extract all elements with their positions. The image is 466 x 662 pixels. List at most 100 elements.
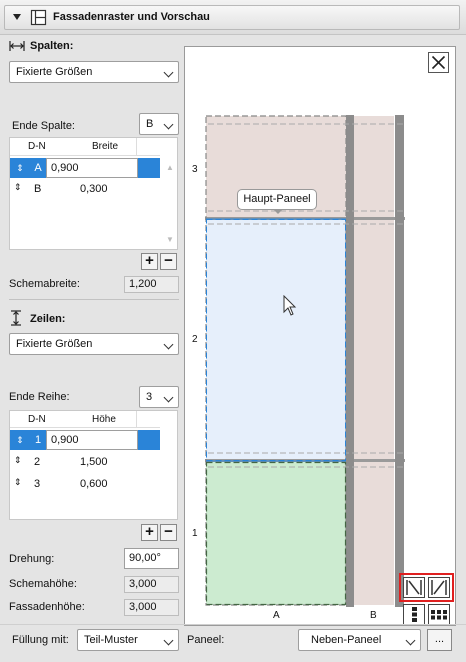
more-button-label: ... (434, 633, 445, 645)
table-row[interactable]: ⇕ 1 0,900 (10, 430, 160, 450)
collapse-triangle-icon[interactable] (13, 14, 21, 20)
end-column-label: Ende Spalte: (12, 120, 75, 132)
row-id-header: D-N (28, 414, 46, 425)
table-row[interactable]: ⇕ 3 0,600 (10, 475, 160, 493)
close-preview-button[interactable] (428, 52, 449, 73)
grid-view-button[interactable] (428, 604, 450, 625)
row-drag-handle-icon[interactable]: ⇕ (10, 430, 30, 450)
bottom-divider (0, 624, 466, 625)
row-drag-handle-icon[interactable]: ⇕ (14, 477, 22, 488)
panel-label: Paneel: (187, 634, 225, 646)
columns-table-scrollbar[interactable]: ▲ ▼ (163, 158, 177, 248)
grid-layout-icon (431, 610, 447, 620)
row-id: B (34, 183, 42, 195)
rows-table-header: D-N Höhe (10, 411, 160, 428)
row-drag-handle-icon[interactable]: ⇕ (14, 182, 22, 193)
panel-row2-col-b[interactable] (354, 219, 394, 461)
scheme-height-field: 3,000 (124, 576, 179, 593)
row-id: 3 (34, 478, 41, 490)
panel-row3-col-b[interactable] (354, 116, 394, 219)
column-width-icon (9, 40, 25, 55)
close-icon (431, 55, 446, 70)
rotation-input[interactable]: 90,00° (124, 548, 179, 569)
grid-vertical-icon (412, 607, 417, 622)
columns-mode-dropdown[interactable]: Fixierte Größen (9, 61, 179, 83)
end-row-value: 3 (146, 391, 153, 403)
panel-title: Fassadenraster und Vorschau (53, 11, 210, 23)
section-divider (9, 299, 179, 300)
diagonal-right-icon (431, 580, 447, 595)
panel-value: Neben-Paneel (311, 634, 382, 646)
table-row[interactable]: ⇕ 2 1,500 (10, 453, 160, 471)
remove-column-button[interactable]: − (160, 253, 177, 270)
mirror-right-button[interactable] (428, 577, 450, 598)
rows-mode-value: Fixierte Größen (16, 338, 93, 350)
scheme-width-field: 1,200 (124, 276, 179, 293)
end-row-label: Ende Reihe: (9, 391, 70, 403)
mullion (395, 115, 404, 607)
rows-section-label: Zeilen: (30, 313, 66, 325)
fill-dropdown[interactable]: Teil-Muster (77, 629, 179, 651)
preview-frame: 3 2 1 Haupt-Paneel A B (184, 46, 456, 626)
row-drag-handle-icon[interactable]: ⇕ (10, 158, 30, 178)
panel-header: Fassadenraster und Vorschau (0, 0, 466, 35)
mullion (346, 115, 354, 607)
end-column-dropdown[interactable]: B (139, 113, 179, 135)
columns-mode-value: Fixierte Größen (16, 66, 93, 78)
table-row[interactable]: ⇕ A 0,900 (10, 158, 160, 178)
panel-header-bar[interactable]: Fassadenraster und Vorschau (4, 5, 460, 30)
width-input[interactable]: 0,900 (46, 158, 138, 178)
remove-row-button[interactable]: − (160, 524, 177, 541)
panel-more-button[interactable]: ... (427, 629, 452, 651)
row-id: A (30, 158, 46, 178)
rows-mode-dropdown[interactable]: Fixierte Größen (9, 333, 179, 355)
rotation-label: Drehung: (9, 553, 55, 565)
chevron-down-icon (163, 119, 174, 130)
diagonal-left-icon (406, 580, 422, 595)
height-value: 0,600 (80, 478, 108, 490)
row-drag-handle-icon[interactable]: ⇕ (14, 455, 22, 466)
col-width-header: Breite (92, 141, 119, 152)
scheme-width-label: Schemabreite: (9, 278, 80, 290)
panel-dropdown[interactable]: Neben-Paneel (298, 629, 421, 651)
row-height-header: Höhe (92, 414, 116, 425)
chevron-down-icon (163, 67, 174, 78)
chevron-down-icon (163, 339, 174, 350)
tooltip-pointer (273, 209, 283, 214)
col-label-a: A (273, 610, 280, 621)
columns-table-header: D-N Breite (10, 138, 160, 156)
end-column-value: B (146, 118, 154, 130)
chevron-down-icon (405, 635, 416, 646)
panel-row2-col-a[interactable] (206, 219, 346, 461)
table-row[interactable]: ⇕ B 0,300 (10, 180, 160, 198)
row-label-3: 3 (192, 164, 198, 175)
row-label-2: 2 (192, 334, 198, 345)
fill-value: Teil-Muster (84, 634, 138, 646)
chevron-down-icon (163, 392, 174, 403)
col-label-b: B (370, 610, 377, 621)
main-panel-tooltip: Haupt-Paneel (237, 189, 317, 210)
panel-row1-col-b[interactable] (354, 461, 394, 605)
vertical-view-button[interactable] (403, 604, 425, 625)
chevron-down-icon (163, 635, 174, 646)
columns-table: D-N Breite ⇕ A 0,900 ⇕ B 0,300 ▲ ▼ (9, 137, 178, 250)
end-row-dropdown[interactable]: 3 (139, 386, 179, 408)
add-column-button[interactable]: + (141, 253, 158, 270)
col-id-header: D-N (28, 141, 46, 152)
scroll-down-icon[interactable]: ▼ (166, 235, 174, 244)
width-value: 0,300 (80, 183, 108, 195)
facade-height-field: 3,000 (124, 599, 179, 616)
facade-height-label: Fassadenhöhe: (9, 601, 85, 613)
facade-grid-icon (30, 9, 47, 29)
panel-row1-col-a[interactable] (206, 461, 346, 605)
add-row-button[interactable]: + (141, 524, 158, 541)
scheme-height-label: Schemahöhe: (9, 578, 77, 590)
fill-label: Füllung mit: (12, 634, 69, 646)
rows-table: D-N Höhe ⇕ 1 0,900 ⇕ 2 1,500 ⇕ 3 0,600 (9, 410, 178, 520)
tooltip-text: Haupt-Paneel (243, 193, 311, 205)
row-label-1: 1 (192, 528, 198, 539)
mirror-left-button[interactable] (403, 577, 425, 598)
height-input[interactable]: 0,900 (46, 430, 138, 450)
scroll-up-icon[interactable]: ▲ (166, 163, 174, 172)
height-value: 1,500 (80, 456, 108, 468)
